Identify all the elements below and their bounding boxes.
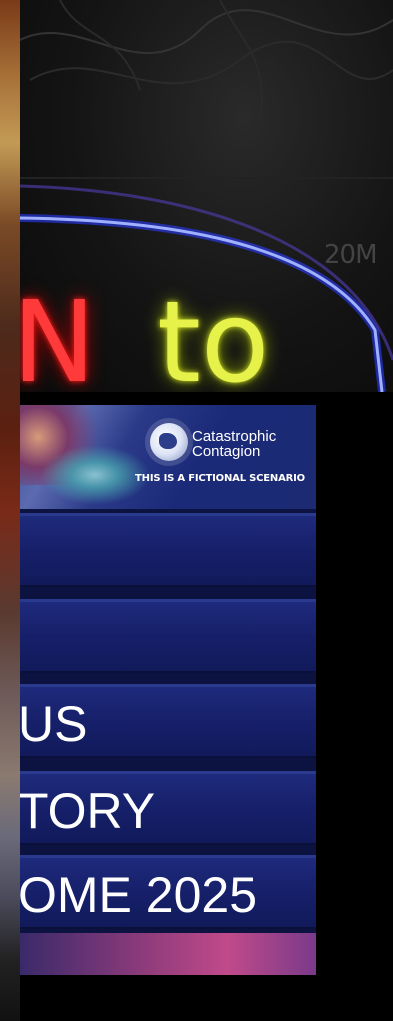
logo-title-line1: Catastrophic (192, 428, 277, 445)
menu-item-us[interactable]: US (20, 684, 316, 758)
menu-item-2[interactable] (20, 599, 316, 673)
fictional-scenario-tag: THIS IS A FICTIONAL SCENARIO (135, 473, 305, 484)
neon-sign-area: N to 20M (20, 0, 393, 392)
background-strip (0, 0, 20, 1021)
menu-item-tory[interactable]: TORY (20, 771, 316, 845)
menu-item-label: OME 2025 (20, 867, 258, 923)
main-menu-panel: Catastrophic Contagion THIS IS A FICTION… (20, 405, 316, 975)
neon-word-to: to (157, 278, 270, 392)
menu-item-1[interactable] (20, 513, 316, 587)
neon-faded-text: 20M (324, 240, 378, 270)
logo-title-line2: Contagion (192, 443, 261, 460)
neon-letter-n: N (20, 278, 96, 392)
menu-item-label: US (20, 696, 88, 752)
menu-header: Catastrophic Contagion THIS IS A FICTION… (20, 405, 316, 509)
catastrophic-contagion-logo: Catastrophic Contagion THIS IS A FICTION… (130, 417, 310, 487)
globe-icon (150, 423, 188, 461)
menu-footer-strip (20, 933, 316, 975)
menu-item-label: TORY (20, 783, 156, 839)
menu-item-ome-2025[interactable]: OME 2025 (20, 855, 316, 929)
